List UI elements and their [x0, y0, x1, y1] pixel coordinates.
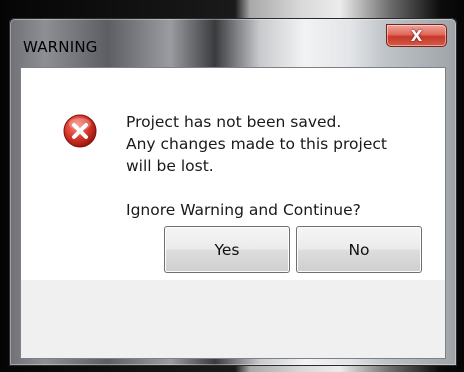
message-line: Any changes made to this project: [126, 135, 387, 153]
message-line: Project has not been saved.: [126, 113, 342, 131]
close-icon: X: [410, 26, 423, 45]
message-text: Project has not been saved. Any changes …: [126, 111, 387, 221]
question-text: Ignore Warning and Continue?: [126, 201, 361, 219]
dialog-client-area: Project has not been saved. Any changes …: [20, 67, 446, 359]
error-icon: [63, 114, 97, 148]
yes-button[interactable]: Yes: [164, 226, 290, 273]
no-button[interactable]: No: [296, 226, 422, 273]
dialog-title: WARNING: [23, 38, 98, 56]
close-button[interactable]: X: [386, 24, 447, 47]
message-line: will be lost.: [126, 157, 214, 175]
